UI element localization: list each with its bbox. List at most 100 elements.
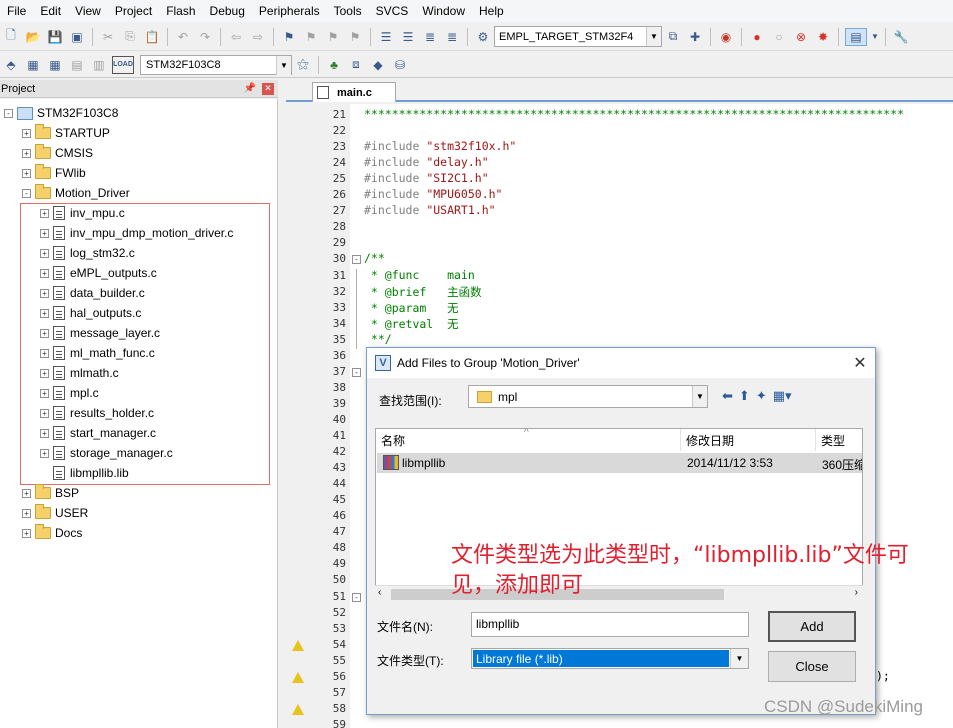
magic-wand-icon[interactable]: ⚝ — [294, 56, 312, 74]
chevron-down-icon[interactable]: ▼ — [276, 55, 291, 75]
add-button[interactable]: Add — [768, 611, 856, 642]
expand-icon[interactable]: + — [40, 428, 49, 438]
target-select[interactable]: EMPL_TARGET_STM32F4 ▼ — [494, 26, 662, 47]
menu-tools[interactable]: Tools — [327, 0, 369, 22]
menu-view[interactable]: View — [68, 0, 108, 22]
expand-icon[interactable]: + — [40, 408, 49, 418]
tree-root[interactable]: - STM32F103C8 — [4, 103, 118, 123]
chevron-down-icon[interactable]: ▼ — [871, 28, 879, 46]
batch-build-icon[interactable]: ▤ — [68, 56, 86, 74]
collapse-icon[interactable]: - — [22, 188, 31, 198]
expand-icon[interactable]: + — [22, 508, 31, 518]
tree-file[interactable]: + results_holder.c — [40, 403, 154, 423]
tree-group[interactable]: + CMSIS — [22, 143, 93, 163]
expand-icon[interactable]: + — [40, 368, 49, 378]
nav-forward-icon[interactable]: ⇨ — [249, 28, 267, 46]
expand-icon[interactable]: + — [40, 288, 49, 298]
open-file-icon[interactable]: 📂 — [24, 28, 42, 46]
view-menu-icon[interactable]: ▦▾ — [773, 388, 792, 404]
column-name[interactable]: 名称 — [376, 429, 681, 451]
tree-file[interactable]: libmpllib.lib — [53, 463, 129, 483]
tree-group[interactable]: + FWlib — [22, 163, 86, 183]
menu-help[interactable]: Help — [472, 0, 511, 22]
tree-file[interactable]: + hal_outputs.c — [40, 303, 141, 323]
scroll-left-icon[interactable]: ‹ — [378, 587, 381, 598]
tree-file[interactable]: + storage_manager.c — [40, 443, 173, 463]
expand-icon[interactable]: + — [40, 328, 49, 338]
menu-edit[interactable]: Edit — [33, 0, 68, 22]
menu-file[interactable]: File — [0, 0, 33, 22]
device-select[interactable]: STM32F103C8 ▼ — [140, 54, 292, 75]
expand-icon[interactable]: + — [40, 388, 49, 398]
target-options-icon[interactable]: ⚙ — [474, 28, 492, 46]
menu-svcs[interactable]: SVCS — [369, 0, 416, 22]
copy-icon[interactable]: ⎘ — [121, 28, 139, 46]
filename-input[interactable]: libmpllib — [471, 612, 749, 637]
new-file-icon[interactable]: 🗋 — [2, 28, 20, 46]
warning-icon[interactable] — [292, 671, 304, 683]
expand-icon[interactable]: + — [22, 488, 31, 498]
window-layout-icon[interactable]: ▤ — [845, 27, 867, 46]
fold-toggle-icon[interactable]: - — [352, 592, 361, 602]
menu-peripherals[interactable]: Peripherals — [252, 0, 327, 22]
chevron-down-icon[interactable]: ▼ — [730, 649, 748, 668]
expand-icon[interactable]: + — [22, 148, 31, 158]
manage-project-icon[interactable]: ⧈ — [347, 56, 365, 74]
file-row[interactable]: libmpllib 2014/11/12 3:53 360压缩 — [377, 453, 862, 473]
tree-file[interactable]: + mlmath.c — [40, 363, 119, 383]
tree-file[interactable]: + eMPL_outputs.c — [40, 263, 157, 283]
warning-icon[interactable] — [292, 639, 304, 651]
configure-icon[interactable]: ✚ — [686, 28, 704, 46]
up-folder-icon[interactable]: ⬆ — [739, 388, 750, 404]
diamond-icon[interactable]: ◆ — [369, 56, 387, 74]
unindent-icon[interactable]: ☰ — [399, 28, 417, 46]
save-all-icon[interactable]: ▣ — [68, 28, 86, 46]
collapse-icon[interactable]: - — [4, 108, 13, 118]
comment-icon[interactable]: ≣ — [421, 28, 439, 46]
lookin-select[interactable]: mpl ▼ — [468, 385, 708, 408]
column-type[interactable]: 类型 — [816, 429, 862, 451]
indent-icon[interactable]: ☰ — [377, 28, 395, 46]
undo-icon[interactable]: ↶ — [174, 28, 192, 46]
translate-icon[interactable]: ⬘ — [2, 56, 20, 74]
download-icon[interactable]: LOAD — [112, 55, 134, 74]
tab-main-c[interactable]: main.c — [312, 82, 396, 102]
tree-file[interactable]: + message_layer.c — [40, 323, 160, 343]
pin-icon[interactable]: 📌 — [244, 83, 256, 94]
tree-group[interactable]: + Docs — [22, 523, 82, 543]
breakpoint-insert-icon[interactable]: ● — [748, 28, 766, 46]
tree-file[interactable]: + mpl.c — [40, 383, 99, 403]
fold-toggle-icon[interactable]: - — [352, 367, 361, 377]
breakpoint-kill-all-icon[interactable]: ✸ — [814, 28, 832, 46]
cut-icon[interactable]: ✂ — [99, 28, 117, 46]
menu-debug[interactable]: Debug — [203, 0, 252, 22]
close-icon[interactable]: ✕ — [262, 82, 274, 95]
stop-build-icon[interactable]: ▥ — [90, 56, 108, 74]
column-date[interactable]: 修改日期 — [681, 429, 816, 451]
menu-project[interactable]: Project — [108, 0, 159, 22]
close-button[interactable]: Close — [768, 651, 856, 682]
chevron-down-icon[interactable]: ▼ — [692, 386, 707, 407]
expand-icon[interactable]: + — [40, 448, 49, 458]
expand-icon[interactable]: + — [22, 168, 31, 178]
expand-icon[interactable]: + — [22, 128, 31, 138]
breakpoint-disable-icon[interactable]: ○ — [770, 28, 788, 46]
tree-group[interactable]: + STARTUP — [22, 123, 110, 143]
back-icon[interactable]: ⬅ — [722, 388, 733, 404]
expand-icon[interactable]: + — [40, 268, 49, 278]
chevron-down-icon[interactable]: ▼ — [646, 27, 661, 46]
rebuild-icon[interactable]: ▦ — [46, 56, 64, 74]
wrench-icon[interactable]: 🔧 — [892, 28, 910, 46]
tree-file[interactable]: + ml_math_func.c — [40, 343, 155, 363]
debug-start-icon[interactable]: ◉ — [717, 28, 735, 46]
expand-icon[interactable]: + — [40, 248, 49, 258]
fold-toggle-icon[interactable]: - — [352, 255, 361, 265]
expand-icon[interactable]: + — [40, 308, 49, 318]
tree-group[interactable]: + USER — [22, 503, 88, 523]
nav-back-icon[interactable]: ⇦ — [227, 28, 245, 46]
redo-icon[interactable]: ↷ — [196, 28, 214, 46]
save-icon[interactable]: 💾 — [46, 28, 64, 46]
menu-window[interactable]: Window — [415, 0, 472, 22]
filetype-select[interactable]: Library file (*.lib) ▼ — [471, 648, 749, 669]
pack-installer-icon[interactable]: ⛁ — [391, 56, 409, 74]
